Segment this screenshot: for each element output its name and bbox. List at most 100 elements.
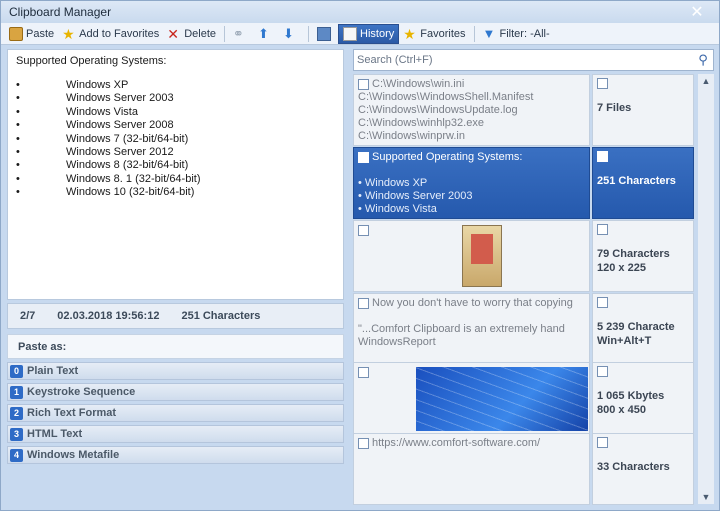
- item-type-icon: [358, 366, 369, 378]
- add-favorites-label: Add to Favorites: [79, 27, 160, 40]
- history-item-line: [358, 310, 585, 323]
- history-item-meta-text: 79 Characters: [597, 248, 670, 260]
- toolbar-separator: [473, 25, 475, 42]
- format-icon: [597, 78, 608, 89]
- image-thumbnail: [416, 367, 588, 431]
- preview-list-item: • Windows Server 2003: [16, 92, 335, 105]
- delete-button[interactable]: ✕ Delete: [163, 24, 220, 44]
- history-item[interactable]: Now you don't have to worry that copying…: [353, 293, 694, 365]
- search-box[interactable]: Search (Ctrl+F) ⚲: [353, 49, 714, 71]
- history-item-content: C:\Windows\win.ini C:\Windows\WindowsShel…: [353, 74, 590, 146]
- item-type-icon: [358, 297, 369, 309]
- item-date: 02.03.2018 19:56:12: [57, 310, 160, 322]
- favorites-tab[interactable]: ★ Favorites: [399, 24, 469, 44]
- filter-dropdown[interactable]: ▼ Filter: -All-: [479, 24, 554, 44]
- history-item-meta-text: Win+Alt+T: [597, 335, 652, 347]
- filter-icon: ▼: [482, 25, 496, 41]
- paste-format-label: Windows Metafile: [27, 449, 120, 461]
- format-icon: [597, 437, 608, 448]
- history-item[interactable]: 79 Characters 120 x 225: [353, 220, 694, 292]
- toolbar: Paste ★ Add to Favorites ✕ Delete ⚭ ⬆ ⬇ …: [1, 23, 719, 45]
- image-thumbnail: [462, 225, 502, 287]
- history-item-meta-text: 120 x 225: [597, 262, 646, 274]
- history-item-line: Supported Operating Systems:: [358, 151, 585, 164]
- preview-list-text: Windows 8. 1 (32-bit/64-bit): [66, 172, 201, 185]
- paste-format-option[interactable]: 0 Plain Text: [7, 362, 344, 380]
- item-type-icon: [358, 151, 369, 163]
- scroll-up-arrow-icon[interactable]: ▲: [698, 74, 714, 88]
- bullet: •: [16, 92, 20, 105]
- history-item[interactable]: 1 065 Kbytes 800 x 450: [353, 362, 694, 434]
- history-list: C:\Windows\win.ini C:\Windows\WindowsShel…: [353, 74, 694, 505]
- history-item[interactable]: https://www.comfort-software.com/33 Char…: [353, 433, 694, 505]
- history-scrollbar[interactable]: ▲ ▼: [698, 74, 714, 504]
- shortcut-number-badge: 1: [10, 385, 23, 399]
- view-button[interactable]: [313, 24, 338, 44]
- bullet: •: [16, 79, 20, 91]
- paste-format-option[interactable]: 2 Rich Text Format: [7, 404, 344, 422]
- paste-format-label: Keystroke Sequence: [27, 386, 136, 398]
- bullet: •: [16, 146, 20, 159]
- paste-format-option[interactable]: 1 Keystroke Sequence: [7, 383, 344, 401]
- preview-pane[interactable]: Supported Operating Systems: • Windows XP…: [7, 49, 344, 300]
- bullet: •: [16, 159, 20, 172]
- history-item[interactable]: Supported Operating Systems: • Windows X…: [353, 147, 694, 219]
- link-button[interactable]: ⚭: [229, 24, 254, 44]
- history-item-meta: 79 Characters 120 x 225: [592, 220, 694, 292]
- favorites-label: Favorites: [420, 27, 466, 40]
- history-item-meta-text: 7 Files: [597, 102, 632, 114]
- history-item-line: C:\Windows\WindowsShell.Manifest: [358, 91, 534, 103]
- toolbar-separator: [308, 25, 310, 42]
- add-to-favorites-button[interactable]: ★ Add to Favorites: [58, 24, 163, 44]
- history-item-meta-text: 800 x 450: [597, 404, 646, 416]
- history-item-line: WindowsReport: [358, 336, 436, 348]
- bullet: •: [16, 105, 20, 118]
- preview-list-item: • Windows 8. 1 (32-bit/64-bit): [16, 173, 335, 186]
- paste-format-list: 0 Plain Text 1 Keystroke Sequence 2 Rich Text…: [7, 362, 344, 467]
- format-icon: [597, 297, 608, 308]
- paste-format-label: Rich Text Format: [27, 407, 117, 419]
- delete-label: Delete: [184, 27, 217, 40]
- preview-list-item: • Windows 10 (32-bit/64-bit): [16, 186, 335, 199]
- paste-format-option[interactable]: 3 HTML Text: [7, 425, 344, 443]
- preview-list: • Windows XP • Windows Server 2003 • Windows …: [16, 79, 335, 200]
- history-item[interactable]: C:\Windows\win.ini C:\Windows\WindowsShel…: [353, 74, 694, 146]
- history-item-content: [353, 362, 590, 434]
- arrow-down-icon: ⬇: [283, 25, 294, 41]
- history-item-meta-text: 5 239 Characte: [597, 321, 675, 333]
- scroll-down-arrow-icon[interactable]: ▼: [698, 490, 714, 504]
- paste-format-option[interactable]: 4 Windows Metafile: [7, 446, 344, 464]
- history-item-meta-text: 251 Characters: [597, 175, 676, 187]
- history-tab[interactable]: History: [338, 23, 400, 44]
- star-icon: ★: [403, 25, 416, 42]
- preview-list-item: • Windows Server 2008: [16, 119, 335, 132]
- paste-as-label: Paste as:: [7, 334, 344, 359]
- history-item-meta: 251 Characters: [592, 147, 694, 219]
- bullet: •: [16, 119, 20, 132]
- bullet: •: [16, 132, 20, 145]
- star-plus-icon: ★: [62, 25, 75, 42]
- item-size: 251 Characters: [181, 310, 261, 322]
- preview-list-item: • Windows Server 2012: [16, 146, 335, 159]
- history-item-meta: 33 Characters: [592, 433, 694, 505]
- history-item-content: Supported Operating Systems: • Windows X…: [353, 147, 590, 219]
- preview-list-item: • Windows XP: [16, 79, 335, 92]
- shortcut-number-badge: 3: [10, 427, 23, 441]
- item-type-icon: [358, 437, 369, 449]
- history-item-line: • Windows Vista: [358, 203, 437, 215]
- history-item-content: [353, 220, 590, 292]
- search-input[interactable]: Search (Ctrl+F): [357, 54, 693, 66]
- move-up-button[interactable]: ⬆: [254, 24, 279, 44]
- bullet: •: [16, 186, 20, 199]
- history-item-line: C:\Windows\WindowsUpdate.log: [358, 104, 518, 116]
- close-button[interactable]: ✕: [675, 1, 719, 23]
- format-icon: [597, 151, 608, 162]
- paste-button[interactable]: Paste: [5, 24, 58, 44]
- info-bar: 2/7 02.03.2018 19:56:12 251 Characters: [7, 303, 344, 329]
- move-down-button[interactable]: ⬇: [279, 24, 304, 44]
- item-type-icon: [358, 224, 369, 236]
- shortcut-number-badge: 4: [10, 448, 23, 462]
- item-position: 2/7: [20, 310, 36, 322]
- search-icon[interactable]: ⚲: [693, 52, 713, 68]
- paste-label: Paste: [26, 27, 55, 40]
